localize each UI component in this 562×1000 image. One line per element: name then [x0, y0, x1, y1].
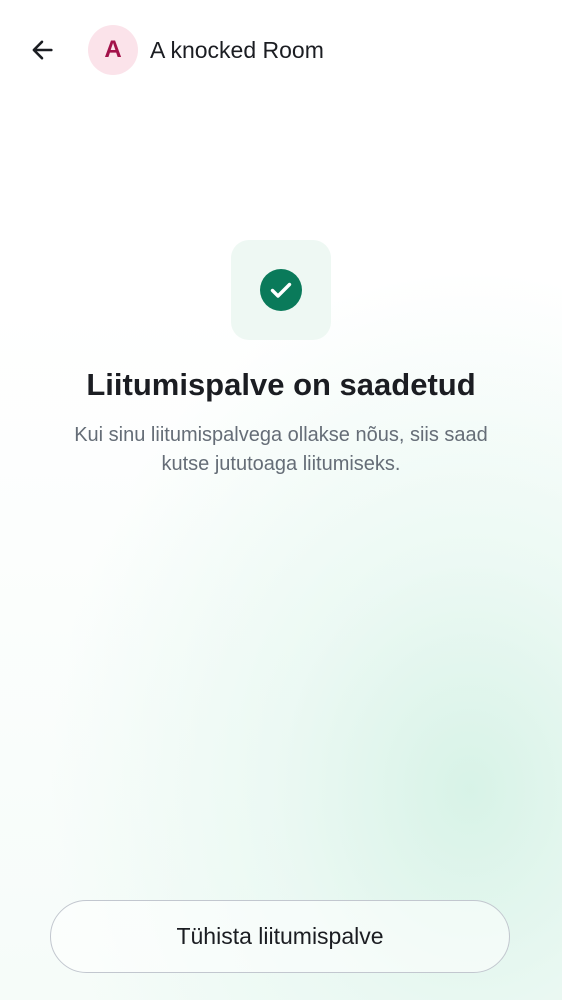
cancel-knock-request-button[interactable]: Tühista liitumispalve [50, 900, 510, 973]
back-button[interactable] [18, 26, 66, 74]
top-app-bar: A A knocked Room [0, 0, 562, 100]
status-description: Kui sinu liitumispalvega ollakse nõus, s… [74, 424, 488, 475]
avatar: A [88, 25, 138, 75]
status-icon-tile [231, 240, 331, 340]
room-name: A knocked Room [150, 37, 324, 63]
arrow-left-icon [32, 40, 53, 60]
check-circle-icon [260, 269, 302, 311]
status-title: Liitumispalve on saadetud [86, 367, 476, 402]
